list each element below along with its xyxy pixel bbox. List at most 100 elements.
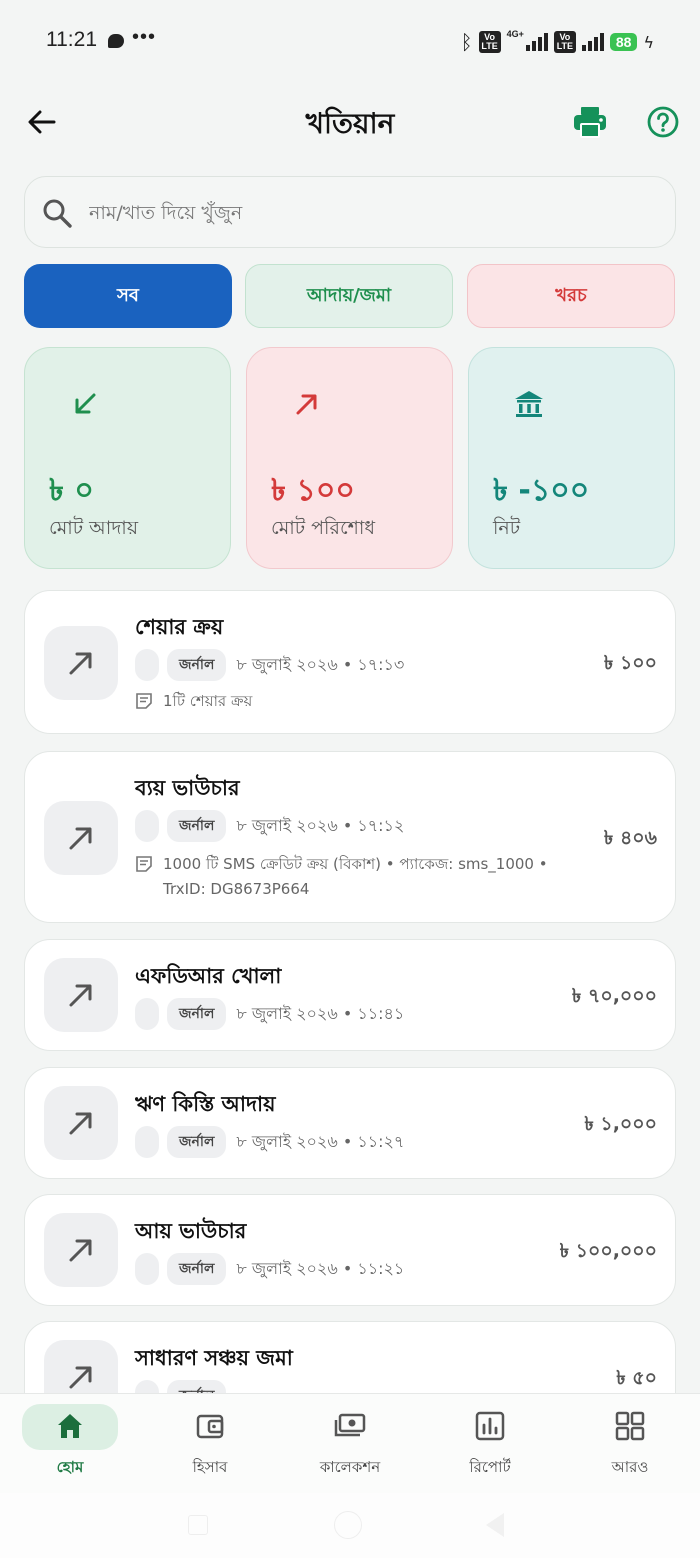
transaction-type-icon xyxy=(44,801,118,875)
tab-all[interactable]: সব xyxy=(24,264,232,328)
transaction-meta: জর্নাল ৮ জুলাই ২০২৬ • ১৭:১৩ xyxy=(135,649,404,681)
filter-tabs: সব আদায়/জমা খরচ xyxy=(24,264,676,328)
signal-icon-2 xyxy=(581,33,604,51)
summary-cards: ৳ ০ মোট আদায় ৳ ১০০ মোট পরিশোধ ৳ -১০০ নি… xyxy=(24,347,676,569)
transaction-amount: ৳ ১০০,০০০ xyxy=(559,1240,657,1262)
transaction-date: ৮ জুলাই ২০২৬ • ১১:২১ xyxy=(236,1258,405,1278)
help-icon[interactable] xyxy=(647,106,679,138)
transaction-note-text: 1টি শেয়ার ক্রয় xyxy=(163,692,253,710)
arrow-down-left-icon xyxy=(75,393,96,414)
transaction-meta: জর্নাল ৮ জুলাই ২০২৬ • ১১:২১ xyxy=(135,1253,404,1285)
grid-icon xyxy=(615,1411,645,1441)
transaction-row[interactable]: সাধারণ সঞ্চয় জমা জর্নাল ৳ ৫০ xyxy=(24,1321,676,1394)
home-button-icon[interactable] xyxy=(334,1511,362,1539)
print-icon[interactable] xyxy=(572,106,608,138)
transaction-type-icon xyxy=(44,958,118,1032)
transaction-note-text: 1000 টি SMS ক্রেডিট ক্রয় (বিকাশ) • প্যা… xyxy=(163,855,548,898)
volte-icon: Vo LTE xyxy=(478,31,501,53)
net-balance-label: নিট xyxy=(493,517,521,539)
transaction-amount: ৳ ৭০,০০০ xyxy=(571,985,657,1007)
transaction-date: ৮ জুলাই ২০২৬ • ১৭:১৩ xyxy=(236,654,405,674)
transaction-title: এফডিআর খোলা xyxy=(135,964,282,988)
transaction-row[interactable]: ঋণ কিস্তি আদায় জর্নাল ৮ জুলাই ২০২৬ • ১১… xyxy=(24,1067,676,1179)
cash-icon xyxy=(334,1413,366,1437)
transaction-type-icon xyxy=(44,1213,118,1287)
transaction-amount: ৳ ৫০ xyxy=(616,1367,657,1389)
transaction-date: ৮ জুলাই ২০২৬ • ১১:৪১ xyxy=(236,1003,405,1023)
chat-notification-icon xyxy=(108,34,124,48)
category-chip xyxy=(135,810,159,842)
transaction-title: আয় ভাউচার xyxy=(135,1219,247,1243)
nav-home-label: হোম xyxy=(56,1458,84,1476)
journal-chip: জর্নাল xyxy=(167,810,227,842)
transaction-type-icon xyxy=(44,1086,118,1160)
search-box xyxy=(24,176,676,248)
nav-accounts-label: হিসাব xyxy=(192,1458,228,1476)
home-icon xyxy=(58,1414,82,1438)
transaction-note: 1000 টি SMS ক্রেডিট ক্রয় (বিকাশ) • প্যা… xyxy=(135,852,565,902)
transaction-type-icon xyxy=(44,1340,118,1394)
system-navigation-bar xyxy=(0,1493,700,1558)
transaction-row[interactable]: আয় ভাউচার জর্নাল ৮ জুলাই ২০২৬ • ১১:২১ ৳… xyxy=(24,1194,676,1306)
system-back-icon[interactable] xyxy=(486,1513,504,1537)
transaction-note: 1টি শেয়ার ক্রয় xyxy=(135,689,565,714)
total-income-label: মোট আদায় xyxy=(49,517,139,539)
nav-report[interactable]: রিপোর্ট xyxy=(420,1394,560,1494)
category-chip xyxy=(135,1380,159,1394)
nav-collection[interactable]: কালেকশন xyxy=(280,1394,420,1494)
category-chip xyxy=(135,1126,159,1158)
total-expense-card: ৳ ১০০ মোট পরিশোধ xyxy=(246,347,453,569)
transaction-list: শেয়ার ক্রয় জর্নাল ৮ জুলাই ২০২৬ • ১৭:১৩… xyxy=(24,590,676,1394)
category-chip xyxy=(135,998,159,1030)
transaction-meta: জর্নাল ৮ জুলাই ২০২৬ • ১৭:১২ xyxy=(135,810,404,842)
nav-collection-label: কালেকশন xyxy=(319,1458,381,1476)
nav-more-label: আরও xyxy=(611,1458,649,1476)
transaction-row[interactable]: এফডিআর খোলা জর্নাল ৮ জুলাই ২০২৬ • ১১:৪১ … xyxy=(24,939,676,1051)
note-icon xyxy=(136,856,152,872)
transaction-date: ৮ জুলাই ২০২৬ • ১১:২৭ xyxy=(236,1131,405,1151)
transaction-title: সাধারণ সঞ্চয় জমা xyxy=(135,1346,293,1370)
journal-chip: জর্নাল xyxy=(167,649,227,681)
note-icon xyxy=(136,693,152,709)
total-expense-amount: ৳ ১০০ xyxy=(271,473,355,508)
nav-report-label: রিপোর্ট xyxy=(469,1458,511,1476)
wallet-icon xyxy=(196,1414,224,1439)
charging-icon: ϟ xyxy=(643,32,654,52)
app-header: খতিয়ান xyxy=(0,96,700,152)
transaction-title: ঋণ কিস্তি আদায় xyxy=(135,1092,276,1116)
signal-icon xyxy=(525,33,548,51)
status-bar: 11:21 ••• ᛒ Vo LTE 4G+ Vo LTE 88 ϟ xyxy=(0,0,700,84)
bank-icon xyxy=(515,391,543,417)
tab-income[interactable]: আদায়/জমা xyxy=(245,264,453,328)
transaction-meta: জর্নাল ৮ জুলাই ২০২৬ • ১১:২৭ xyxy=(135,1126,404,1158)
bluetooth-icon: ᛒ xyxy=(460,30,473,54)
nav-home[interactable]: হোম xyxy=(0,1394,140,1494)
volte-icon-2: Vo LTE xyxy=(553,31,576,53)
journal-chip: জর্নাল xyxy=(167,1126,227,1158)
more-notifications-icon: ••• xyxy=(132,26,157,48)
transaction-row[interactable]: ব্যয় ভাউচার জর্নাল ৮ জুলাই ২০২৬ • ১৭:১২… xyxy=(24,751,676,923)
net-balance-card: ৳ -১০০ নিট xyxy=(468,347,675,569)
total-income-amount: ৳ ০ xyxy=(49,473,94,508)
transaction-date: ৮ জুলাই ২০২৬ • ১৭:১২ xyxy=(236,815,405,835)
transaction-row[interactable]: শেয়ার ক্রয় জর্নাল ৮ জুলাই ২০২৬ • ১৭:১৩… xyxy=(24,590,676,734)
network-type-label: 4G+ xyxy=(506,29,524,39)
transaction-amount: ৳ ১,০০০ xyxy=(584,1113,657,1135)
transaction-title: শেয়ার ক্রয় xyxy=(135,615,224,639)
nav-accounts[interactable]: হিসাব xyxy=(140,1394,280,1494)
transaction-amount: ৳ ৪০৬ xyxy=(603,827,657,849)
total-expense-label: মোট পরিশোধ xyxy=(271,517,375,539)
net-balance-amount: ৳ -১০০ xyxy=(493,473,590,508)
arrow-up-right-icon xyxy=(69,652,92,675)
arrow-up-right-icon xyxy=(69,827,92,850)
search-input[interactable] xyxy=(89,191,649,235)
tab-expense[interactable]: খরচ xyxy=(467,264,675,328)
journal-chip: জর্নাল xyxy=(167,998,227,1030)
recent-apps-icon[interactable] xyxy=(188,1515,208,1535)
total-income-card: ৳ ০ মোট আদায় xyxy=(24,347,231,569)
search-icon xyxy=(43,199,72,228)
arrow-up-right-icon xyxy=(69,1239,92,1262)
category-chip xyxy=(135,1253,159,1285)
chart-icon xyxy=(475,1411,505,1441)
nav-more[interactable]: আরও xyxy=(560,1394,700,1494)
